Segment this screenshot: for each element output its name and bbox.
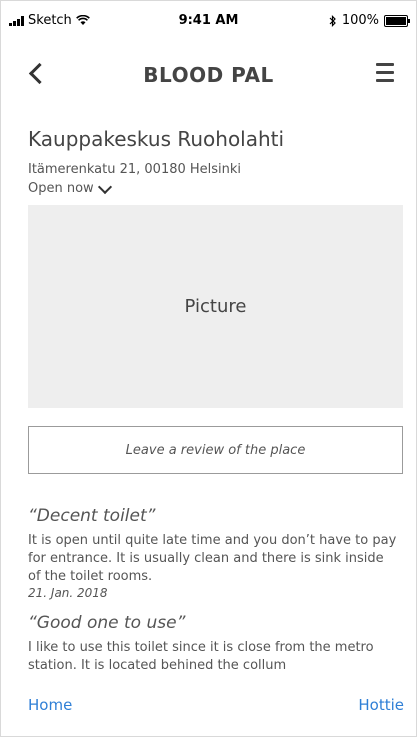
- nav-bar: BLOOD PAL: [1, 51, 416, 97]
- hamburger-menu-icon[interactable]: [376, 63, 394, 83]
- review-title: “Decent toilet”: [28, 506, 156, 526]
- review-title: “Good one to use”: [28, 613, 186, 633]
- battery-info: 100%: [329, 13, 410, 28]
- bluetooth-icon: [329, 14, 336, 27]
- battery-percent: 100%: [341, 13, 379, 28]
- place-picture-placeholder: Picture: [28, 205, 403, 408]
- open-status: Open now: [28, 181, 94, 196]
- picture-label: Picture: [184, 296, 247, 317]
- tab-hottie[interactable]: Hottie: [358, 696, 404, 714]
- review-item: “Good one to use” I like to use this toi…: [28, 613, 398, 675]
- bottom-tab-bar: Home Hottie: [1, 687, 416, 736]
- leave-review-button[interactable]: Leave a review of the place: [28, 426, 403, 474]
- open-hours-toggle[interactable]: Open now: [28, 179, 112, 196]
- battery-icon: [384, 14, 410, 27]
- review-body: It is open until quite late time and you…: [28, 533, 397, 584]
- place-name: Kauppakeskus Ruoholahti: [28, 127, 285, 151]
- status-bar: Sketch 9:41 AM 100%: [1, 1, 416, 41]
- app-title: BLOOD PAL: [143, 63, 274, 87]
- review-item: “Decent toilet” It is open until quite l…: [28, 506, 398, 600]
- review-body: I like to use this toilet since it is cl…: [28, 640, 374, 673]
- review-date: 21. Jan. 2018: [28, 586, 108, 600]
- chevron-down-icon: [97, 179, 112, 194]
- app-screen: Sketch 9:41 AM 100% BLOOD PAL Kauppakesk…: [0, 0, 417, 737]
- tab-home[interactable]: Home: [28, 696, 72, 714]
- place-address: Itämerenkatu 21, 00180 Helsinki: [28, 162, 242, 177]
